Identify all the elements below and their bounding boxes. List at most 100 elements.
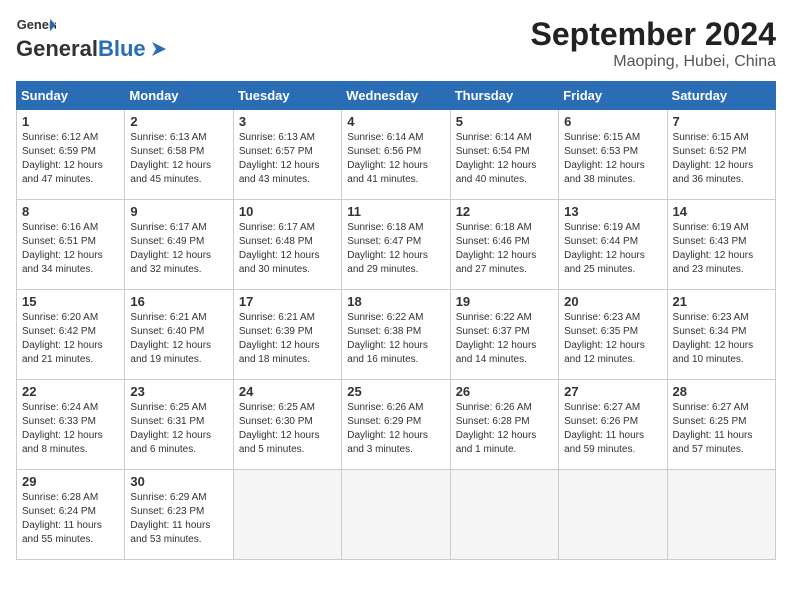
- calendar-cell: 30 Sunrise: 6:29 AM Sunset: 6:23 PM Dayl…: [125, 470, 233, 560]
- logo: General General Blue: [16, 16, 170, 62]
- day-number: 7: [673, 114, 770, 129]
- calendar-cell: 19 Sunrise: 6:22 AM Sunset: 6:37 PM Dayl…: [450, 290, 558, 380]
- calendar-cell: 29 Sunrise: 6:28 AM Sunset: 6:24 PM Dayl…: [17, 470, 125, 560]
- weekday-header-wednesday: Wednesday: [342, 82, 450, 110]
- title-area: September 2024 Maoping, Hubei, China: [531, 16, 776, 71]
- day-number: 11: [347, 204, 444, 219]
- calendar-cell: 16 Sunrise: 6:21 AM Sunset: 6:40 PM Dayl…: [125, 290, 233, 380]
- day-info: Sunrise: 6:29 AM Sunset: 6:23 PM Dayligh…: [130, 491, 227, 547]
- day-number: 23: [130, 384, 227, 399]
- day-info: Sunrise: 6:26 AM Sunset: 6:28 PM Dayligh…: [456, 401, 553, 457]
- svg-text:General: General: [17, 17, 56, 32]
- day-info: Sunrise: 6:16 AM Sunset: 6:51 PM Dayligh…: [22, 221, 119, 277]
- day-info: Sunrise: 6:23 AM Sunset: 6:34 PM Dayligh…: [673, 311, 770, 367]
- day-number: 2: [130, 114, 227, 129]
- calendar-cell: 22 Sunrise: 6:24 AM Sunset: 6:33 PM Dayl…: [17, 380, 125, 470]
- calendar-cell: 12 Sunrise: 6:18 AM Sunset: 6:46 PM Dayl…: [450, 200, 558, 290]
- calendar-cell: 27 Sunrise: 6:27 AM Sunset: 6:26 PM Dayl…: [559, 380, 667, 470]
- calendar-cell: 25 Sunrise: 6:26 AM Sunset: 6:29 PM Dayl…: [342, 380, 450, 470]
- day-number: 21: [673, 294, 770, 309]
- day-number: 8: [22, 204, 119, 219]
- header: General General Blue September 2024 Maop…: [16, 16, 776, 71]
- day-number: 17: [239, 294, 336, 309]
- weekday-header-thursday: Thursday: [450, 82, 558, 110]
- day-info: Sunrise: 6:19 AM Sunset: 6:44 PM Dayligh…: [564, 221, 661, 277]
- calendar-cell: 8 Sunrise: 6:16 AM Sunset: 6:51 PM Dayli…: [17, 200, 125, 290]
- calendar-cell: 10 Sunrise: 6:17 AM Sunset: 6:48 PM Dayl…: [233, 200, 341, 290]
- day-number: 1: [22, 114, 119, 129]
- day-number: 24: [239, 384, 336, 399]
- calendar-cell: 9 Sunrise: 6:17 AM Sunset: 6:49 PM Dayli…: [125, 200, 233, 290]
- calendar-cell: [559, 470, 667, 560]
- day-info: Sunrise: 6:24 AM Sunset: 6:33 PM Dayligh…: [22, 401, 119, 457]
- day-info: Sunrise: 6:25 AM Sunset: 6:30 PM Dayligh…: [239, 401, 336, 457]
- calendar-cell: 2 Sunrise: 6:13 AM Sunset: 6:58 PM Dayli…: [125, 110, 233, 200]
- calendar-cell: 26 Sunrise: 6:26 AM Sunset: 6:28 PM Dayl…: [450, 380, 558, 470]
- day-info: Sunrise: 6:21 AM Sunset: 6:39 PM Dayligh…: [239, 311, 336, 367]
- day-info: Sunrise: 6:19 AM Sunset: 6:43 PM Dayligh…: [673, 221, 770, 277]
- location-title: Maoping, Hubei, China: [531, 53, 776, 71]
- weekday-header-monday: Monday: [125, 82, 233, 110]
- day-info: Sunrise: 6:13 AM Sunset: 6:58 PM Dayligh…: [130, 131, 227, 187]
- day-info: Sunrise: 6:14 AM Sunset: 6:56 PM Dayligh…: [347, 131, 444, 187]
- day-number: 19: [456, 294, 553, 309]
- day-number: 10: [239, 204, 336, 219]
- logo-icon: General: [16, 16, 56, 34]
- day-info: Sunrise: 6:18 AM Sunset: 6:47 PM Dayligh…: [347, 221, 444, 277]
- day-info: Sunrise: 6:17 AM Sunset: 6:48 PM Dayligh…: [239, 221, 336, 277]
- calendar-cell: 7 Sunrise: 6:15 AM Sunset: 6:52 PM Dayli…: [667, 110, 775, 200]
- day-info: Sunrise: 6:22 AM Sunset: 6:38 PM Dayligh…: [347, 311, 444, 367]
- weekday-header-friday: Friday: [559, 82, 667, 110]
- day-info: Sunrise: 6:27 AM Sunset: 6:26 PM Dayligh…: [564, 401, 661, 457]
- day-number: 6: [564, 114, 661, 129]
- logo-general: General: [16, 36, 98, 62]
- day-number: 5: [456, 114, 553, 129]
- calendar-cell: 24 Sunrise: 6:25 AM Sunset: 6:30 PM Dayl…: [233, 380, 341, 470]
- day-info: Sunrise: 6:13 AM Sunset: 6:57 PM Dayligh…: [239, 131, 336, 187]
- calendar-cell: 3 Sunrise: 6:13 AM Sunset: 6:57 PM Dayli…: [233, 110, 341, 200]
- day-info: Sunrise: 6:12 AM Sunset: 6:59 PM Dayligh…: [22, 131, 119, 187]
- day-number: 28: [673, 384, 770, 399]
- weekday-header-tuesday: Tuesday: [233, 82, 341, 110]
- day-info: Sunrise: 6:22 AM Sunset: 6:37 PM Dayligh…: [456, 311, 553, 367]
- day-info: Sunrise: 6:15 AM Sunset: 6:52 PM Dayligh…: [673, 131, 770, 187]
- weekday-header-sunday: Sunday: [17, 82, 125, 110]
- calendar-cell: 28 Sunrise: 6:27 AM Sunset: 6:25 PM Dayl…: [667, 380, 775, 470]
- calendar-cell: [450, 470, 558, 560]
- weekday-header-saturday: Saturday: [667, 82, 775, 110]
- calendar-cell: 1 Sunrise: 6:12 AM Sunset: 6:59 PM Dayli…: [17, 110, 125, 200]
- day-info: Sunrise: 6:21 AM Sunset: 6:40 PM Dayligh…: [130, 311, 227, 367]
- day-number: 26: [456, 384, 553, 399]
- day-number: 27: [564, 384, 661, 399]
- day-number: 25: [347, 384, 444, 399]
- day-info: Sunrise: 6:28 AM Sunset: 6:24 PM Dayligh…: [22, 491, 119, 547]
- calendar-week-row: 15 Sunrise: 6:20 AM Sunset: 6:42 PM Dayl…: [17, 290, 776, 380]
- calendar-week-row: 8 Sunrise: 6:16 AM Sunset: 6:51 PM Dayli…: [17, 200, 776, 290]
- calendar-week-row: 1 Sunrise: 6:12 AM Sunset: 6:59 PM Dayli…: [17, 110, 776, 200]
- calendar-cell: [342, 470, 450, 560]
- calendar-cell: 6 Sunrise: 6:15 AM Sunset: 6:53 PM Dayli…: [559, 110, 667, 200]
- calendar-table: SundayMondayTuesdayWednesdayThursdayFrid…: [16, 81, 776, 560]
- day-info: Sunrise: 6:18 AM Sunset: 6:46 PM Dayligh…: [456, 221, 553, 277]
- calendar-cell: 23 Sunrise: 6:25 AM Sunset: 6:31 PM Dayl…: [125, 380, 233, 470]
- day-info: Sunrise: 6:25 AM Sunset: 6:31 PM Dayligh…: [130, 401, 227, 457]
- day-number: 22: [22, 384, 119, 399]
- day-number: 15: [22, 294, 119, 309]
- calendar-cell: 20 Sunrise: 6:23 AM Sunset: 6:35 PM Dayl…: [559, 290, 667, 380]
- day-number: 4: [347, 114, 444, 129]
- calendar-cell: 14 Sunrise: 6:19 AM Sunset: 6:43 PM Dayl…: [667, 200, 775, 290]
- calendar-cell: 17 Sunrise: 6:21 AM Sunset: 6:39 PM Dayl…: [233, 290, 341, 380]
- day-info: Sunrise: 6:26 AM Sunset: 6:29 PM Dayligh…: [347, 401, 444, 457]
- calendar-week-row: 29 Sunrise: 6:28 AM Sunset: 6:24 PM Dayl…: [17, 470, 776, 560]
- day-info: Sunrise: 6:14 AM Sunset: 6:54 PM Dayligh…: [456, 131, 553, 187]
- day-number: 14: [673, 204, 770, 219]
- calendar-cell: 18 Sunrise: 6:22 AM Sunset: 6:38 PM Dayl…: [342, 290, 450, 380]
- month-title: September 2024: [531, 16, 776, 53]
- calendar-cell: 13 Sunrise: 6:19 AM Sunset: 6:44 PM Dayl…: [559, 200, 667, 290]
- day-number: 30: [130, 474, 227, 489]
- calendar-cell: 21 Sunrise: 6:23 AM Sunset: 6:34 PM Dayl…: [667, 290, 775, 380]
- calendar-cell: 11 Sunrise: 6:18 AM Sunset: 6:47 PM Dayl…: [342, 200, 450, 290]
- calendar-cell: 5 Sunrise: 6:14 AM Sunset: 6:54 PM Dayli…: [450, 110, 558, 200]
- calendar-cell: 4 Sunrise: 6:14 AM Sunset: 6:56 PM Dayli…: [342, 110, 450, 200]
- day-info: Sunrise: 6:20 AM Sunset: 6:42 PM Dayligh…: [22, 311, 119, 367]
